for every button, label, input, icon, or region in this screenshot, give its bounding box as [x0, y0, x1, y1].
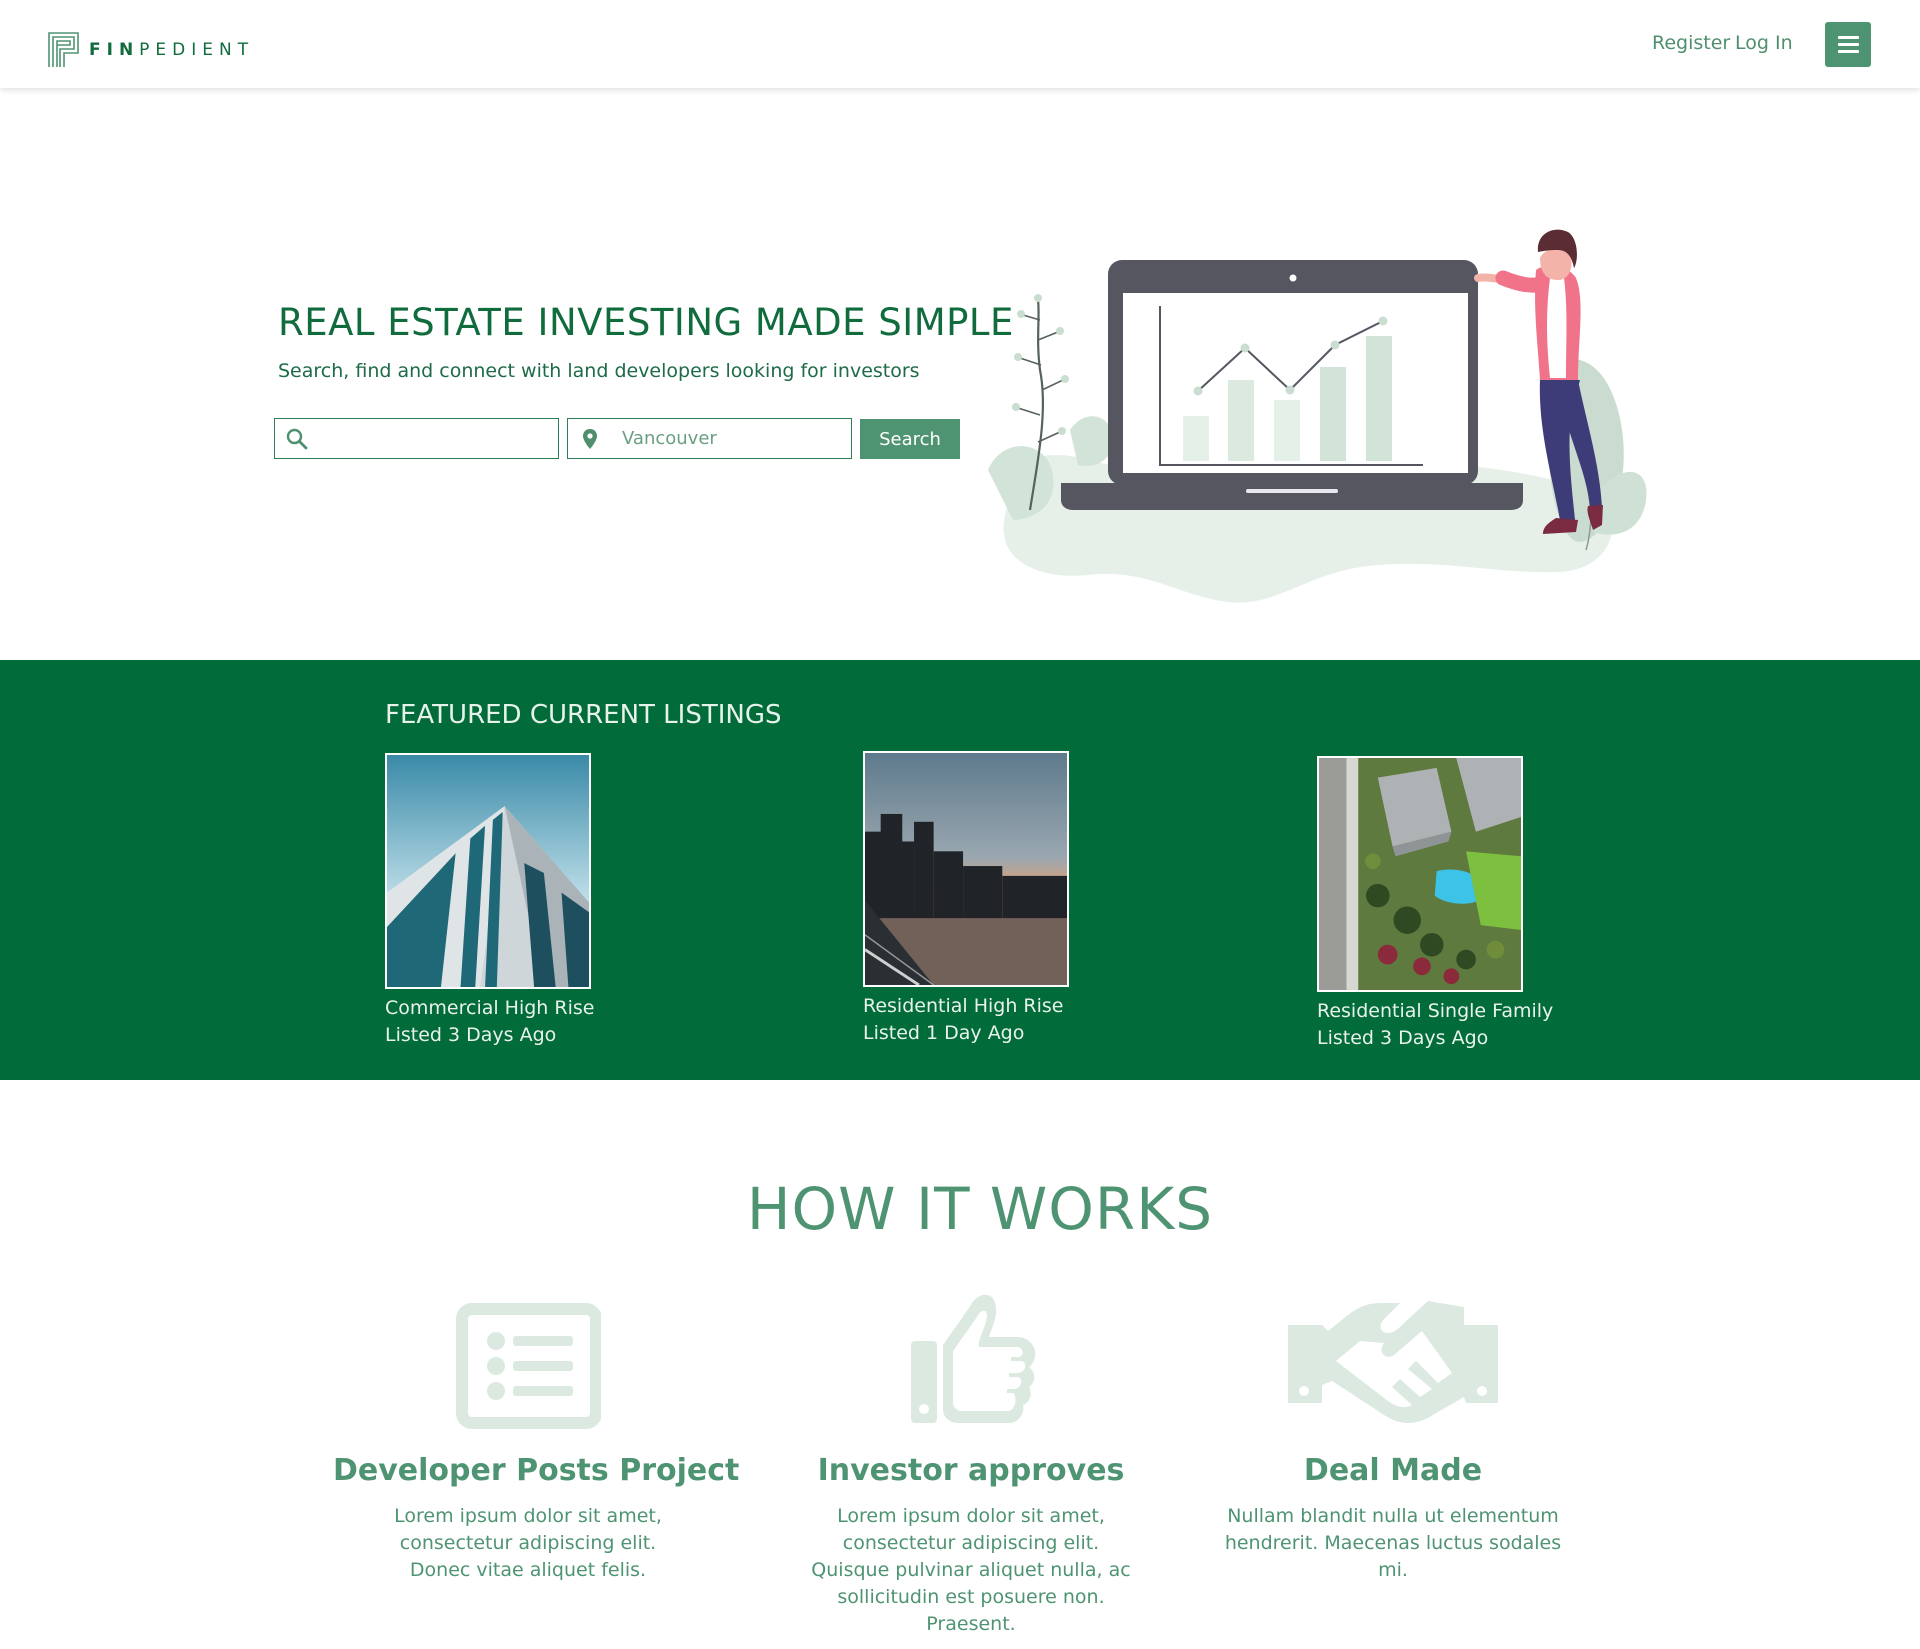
register-link[interactable]: Register: [1652, 32, 1730, 54]
step-description: Nullam blandit nulla ut elementum hendre…: [1224, 1505, 1562, 1581]
brand-logo[interactable]: FINPEDIENT: [47, 31, 254, 68]
search-button[interactable]: Search: [860, 419, 960, 459]
keyword-search-field[interactable]: [274, 418, 559, 459]
step-description: Lorem ipsum dolor sit amet, consectetur …: [394, 1505, 662, 1581]
location-pin-icon: [583, 428, 597, 449]
search-icon: [286, 428, 308, 449]
hamburger-icon: [1837, 36, 1859, 39]
listing-title[interactable]: Residential Single Family: [1317, 998, 1557, 1025]
location-input[interactable]: [602, 419, 851, 458]
step-title: Deal Made: [1303, 1453, 1483, 1488]
how-step: Developer Posts Project Lorem ipsum dolo…: [333, 1285, 739, 1581]
listing-date: Listed 1 Day Ago: [863, 1022, 1025, 1044]
handshake-icon: [1288, 1301, 1498, 1423]
hamburger-menu-button[interactable]: [1825, 22, 1871, 67]
logo-mark-icon: [48, 32, 79, 67]
thumbs-up-icon: [910, 1294, 1035, 1423]
how-step: Investor approves Lorem ipsum dolor sit …: [786, 1285, 1156, 1635]
location-field[interactable]: [567, 418, 852, 459]
hero-subtitle: Search, find and connect with land devel…: [278, 360, 920, 382]
listing-image-residential-high-rise[interactable]: [863, 751, 1069, 987]
step-title: Developer Posts Project: [333, 1453, 740, 1488]
listing-image-commercial-high-rise[interactable]: [385, 753, 591, 989]
listing-card[interactable]: Residential Single Family Listed 3 Days …: [1317, 756, 1557, 1052]
listing-image-residential-single-family[interactable]: [1317, 756, 1523, 992]
listing-date: Listed 3 Days Ago: [1317, 1027, 1489, 1049]
listing-card[interactable]: Residential High Rise Listed 1 Day Ago: [863, 751, 1103, 1047]
how-it-works-title: HOW IT WORKS: [746, 1175, 1214, 1243]
step-title: Investor approves: [817, 1453, 1125, 1488]
brand-name: FINPEDIENT: [89, 39, 255, 60]
list-icon: [455, 1303, 601, 1429]
listing-card[interactable]: Commercial High Rise Listed 3 Days Ago: [385, 753, 625, 1049]
featured-title: FEATURED CURRENT LISTINGS: [385, 700, 782, 730]
listing-title[interactable]: Commercial High Rise: [385, 995, 625, 1022]
how-step: Deal Made Nullam blandit nulla ut elemen…: [1198, 1285, 1588, 1581]
listing-title[interactable]: Residential High Rise: [863, 993, 1103, 1020]
hero-illustration: [988, 229, 1647, 603]
hero-title: REAL ESTATE INVESTING MADE SIMPLE: [278, 301, 1014, 344]
keyword-search-input[interactable]: [309, 419, 558, 458]
step-description: Lorem ipsum dolor sit amet, consectetur …: [811, 1505, 1131, 1635]
top-navbar: FINPEDIENT Register Log In: [0, 0, 1920, 88]
listing-date: Listed 3 Days Ago: [385, 1024, 557, 1046]
login-link[interactable]: Log In: [1735, 32, 1793, 54]
featured-listings-section: FEATURED CURRENT LISTINGS Commercial Hig…: [0, 660, 1920, 1080]
